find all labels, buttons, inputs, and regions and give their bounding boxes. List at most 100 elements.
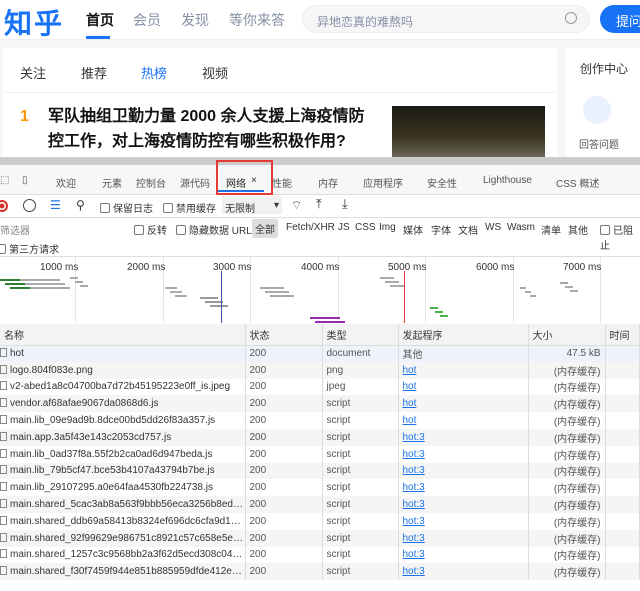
tab-welcome[interactable]: 欢迎	[56, 175, 76, 190]
request-initiator[interactable]: hot:3	[398, 496, 529, 513]
table-row[interactable]: main.lib_29107295.a0e64faa4530fb224738.j…	[0, 479, 640, 497]
col-time[interactable]: 时间	[605, 324, 640, 346]
filter-img[interactable]: Img	[379, 222, 396, 233]
initiator-link[interactable]: hot	[403, 365, 417, 376]
tab-security[interactable]: 安全性	[427, 175, 457, 190]
request-name[interactable]: vendor.af68afae9067da0868d6.js	[0, 395, 246, 413]
request-name[interactable]: main.lib_0ad37f8a.55f2b2ca0ad6d947beda.j…	[0, 445, 246, 463]
table-row[interactable]: main.shared_1257c3c9568bb2a3f62d5ecd308c…	[0, 546, 640, 564]
tab-video[interactable]: 视频	[202, 63, 228, 82]
table-row[interactable]: v2-abed1a8c04700ba7d72b45195223e0ff_is.j…	[0, 378, 640, 396]
record-icon[interactable]	[0, 200, 8, 212]
table-row[interactable]: main.shared_5cac3ab8a563f9bbb56eca3256b8…	[0, 496, 640, 513]
table-row[interactable]: main.lib_0ad37f8a.55f2b2ca0ad6d947beda.j…	[0, 445, 640, 463]
initiator-link[interactable]: hot:3	[403, 432, 425, 443]
search-icon[interactable]	[565, 12, 577, 24]
initiator-link[interactable]: hot	[403, 398, 417, 409]
request-initiator[interactable]: hot:3	[398, 479, 529, 497]
request-initiator[interactable]: hot:3	[398, 428, 529, 446]
tab-performance[interactable]: 性能	[272, 175, 292, 190]
col-initiator[interactable]: 发起程序	[398, 324, 529, 346]
tab-memory[interactable]: 内存	[318, 175, 338, 190]
initiator-link[interactable]: hot	[403, 381, 417, 392]
table-row[interactable]: logo.804f083e.png 200 png hot (内存缓存)	[0, 361, 640, 379]
request-name[interactable]: main.lib_79b5cf47.bce53b4107a43794b7be.j…	[0, 462, 246, 480]
blocked-checkbox[interactable]: 已阻止	[600, 222, 640, 252]
request-name[interactable]: main.shared_f30f7459f944e851b885959dfde4…	[0, 563, 246, 581]
table-row[interactable]: main.lib_79b5cf47.bce53b4107a43794b7be.j…	[0, 462, 640, 480]
filter-other[interactable]: 其他	[568, 222, 588, 237]
table-row[interactable]: main.shared_92f99629e986751c8921c57c658e…	[0, 529, 640, 547]
table-row[interactable]: main.app.3a5f43e143c2053cd757.js 200 scr…	[0, 428, 640, 446]
request-name[interactable]: main.shared_5cac3ab8a563f9bbb56eca3256b8…	[0, 496, 246, 513]
network-conditions-icon[interactable]: ⌔	[291, 198, 302, 213]
request-name[interactable]: main.lib_09e9ad9b.8dce00bd5dd26f83a357.j…	[0, 412, 246, 429]
initiator-link[interactable]: hot:3	[403, 499, 425, 510]
request-name[interactable]: main.lib_29107295.a0e64faa4530fb224738.j…	[0, 479, 246, 497]
answer-icon[interactable]	[583, 96, 611, 124]
search-icon[interactable]: ⚲	[76, 198, 85, 212]
request-name[interactable]: main.app.3a5f43e143c2053cd757.js	[0, 428, 246, 446]
filter-wasm[interactable]: Wasm	[507, 222, 535, 233]
filter-font[interactable]: 字体	[431, 222, 451, 237]
request-name[interactable]: v2-abed1a8c04700ba7d72b45195223e0ff_is.j…	[0, 378, 246, 396]
request-initiator[interactable]: hot:3	[398, 445, 529, 463]
tab-console[interactable]: 控制台	[136, 175, 166, 190]
request-initiator[interactable]: hot:3	[398, 563, 529, 581]
col-name[interactable]: 名称	[0, 324, 246, 346]
hot-question-title[interactable]: 军队抽组卫勤力量 2000 余人支援上海疫情防控工作，对上海疫情防控有哪些积极作…	[48, 104, 368, 154]
initiator-link[interactable]: hot:3	[403, 533, 425, 544]
col-size[interactable]: 大小	[528, 324, 606, 346]
question-thumbnail[interactable]	[392, 106, 545, 158]
request-name[interactable]: main.shared_92f99629e986751c8921c57c658e…	[0, 529, 246, 547]
initiator-link[interactable]: hot:3	[403, 549, 425, 560]
answer-label[interactable]: 回答问题	[579, 136, 619, 151]
nav-vip[interactable]: 会员	[133, 10, 161, 30]
table-row[interactable]: hot 200 document 其他 47.5 kB	[0, 345, 640, 362]
table-row[interactable]: main.shared_ddb69a58413b8324ef696dc6cfa9…	[0, 512, 640, 530]
request-initiator[interactable]: hot:3	[398, 512, 529, 530]
tab-recommend[interactable]: 推荐	[81, 63, 107, 82]
filter-media[interactable]: 媒体	[403, 222, 423, 237]
tab-follow[interactable]: 关注	[20, 63, 46, 82]
table-row[interactable]: main.lib_09e9ad9b.8dce00bd5dd26f83a357.j…	[0, 412, 640, 429]
nav-home[interactable]: 首页	[86, 10, 114, 30]
resize-handle[interactable]	[0, 157, 640, 165]
request-initiator[interactable]: hot	[398, 412, 529, 429]
request-initiator[interactable]: hot:3	[398, 546, 529, 564]
filter-doc[interactable]: 文档	[458, 222, 478, 237]
filter-css[interactable]: CSS	[355, 222, 376, 233]
table-row[interactable]: vendor.af68afae9067da0868d6.js 200 scrip…	[0, 395, 640, 413]
initiator-link[interactable]: hot:3	[403, 449, 425, 460]
throttle-select[interactable]: 无限制 ▾	[222, 196, 282, 215]
request-name[interactable]: logo.804f083e.png	[0, 361, 246, 379]
request-initiator[interactable]: hot:3	[398, 529, 529, 547]
request-name[interactable]: main.shared_1257c3c9568bb2a3f62d5ecd308c…	[0, 546, 246, 564]
initiator-link[interactable]: hot:3	[403, 516, 425, 527]
nav-waiting[interactable]: 等你来答	[229, 10, 285, 30]
ask-button[interactable]: 提问	[600, 5, 640, 33]
preserve-log-checkbox[interactable]: 保留日志	[100, 200, 153, 215]
tab-sources[interactable]: 源代码	[180, 175, 210, 190]
initiator-link[interactable]: hot	[403, 415, 417, 426]
zhihu-logo[interactable]: 知乎	[4, 2, 64, 42]
request-initiator[interactable]: hot	[398, 361, 529, 379]
import-icon[interactable]: ⤒	[316, 196, 322, 212]
request-initiator[interactable]: hot:3	[398, 462, 529, 480]
table-row[interactable]: main.shared_f30f7459f944e851b885959dfde4…	[0, 563, 640, 581]
initiator-link[interactable]: hot:3	[403, 482, 425, 493]
tab-hot[interactable]: 热榜	[141, 63, 167, 82]
disable-cache-checkbox[interactable]: 禁用缓存	[163, 200, 216, 215]
export-icon[interactable]: ⤓	[342, 196, 348, 212]
third-party-checkbox[interactable]: 第三方请求	[0, 241, 59, 256]
device-icon[interactable]: ▯	[22, 175, 28, 186]
tab-lighthouse[interactable]: Lighthouse	[483, 175, 532, 186]
hide-data-url-checkbox[interactable]: 隐藏数据 URL	[176, 222, 252, 237]
filter-input[interactable]: 筛选器	[0, 220, 122, 237]
col-status[interactable]: 状态	[245, 324, 323, 346]
nav-discover[interactable]: 发现	[181, 10, 209, 30]
request-name[interactable]: main.shared_ddb69a58413b8324ef696dc6cfa9…	[0, 512, 246, 530]
filter-ws[interactable]: WS	[485, 222, 501, 233]
initiator-link[interactable]: hot:3	[403, 566, 425, 577]
search-input[interactable]: 异地恋真的难熬吗	[302, 5, 590, 33]
